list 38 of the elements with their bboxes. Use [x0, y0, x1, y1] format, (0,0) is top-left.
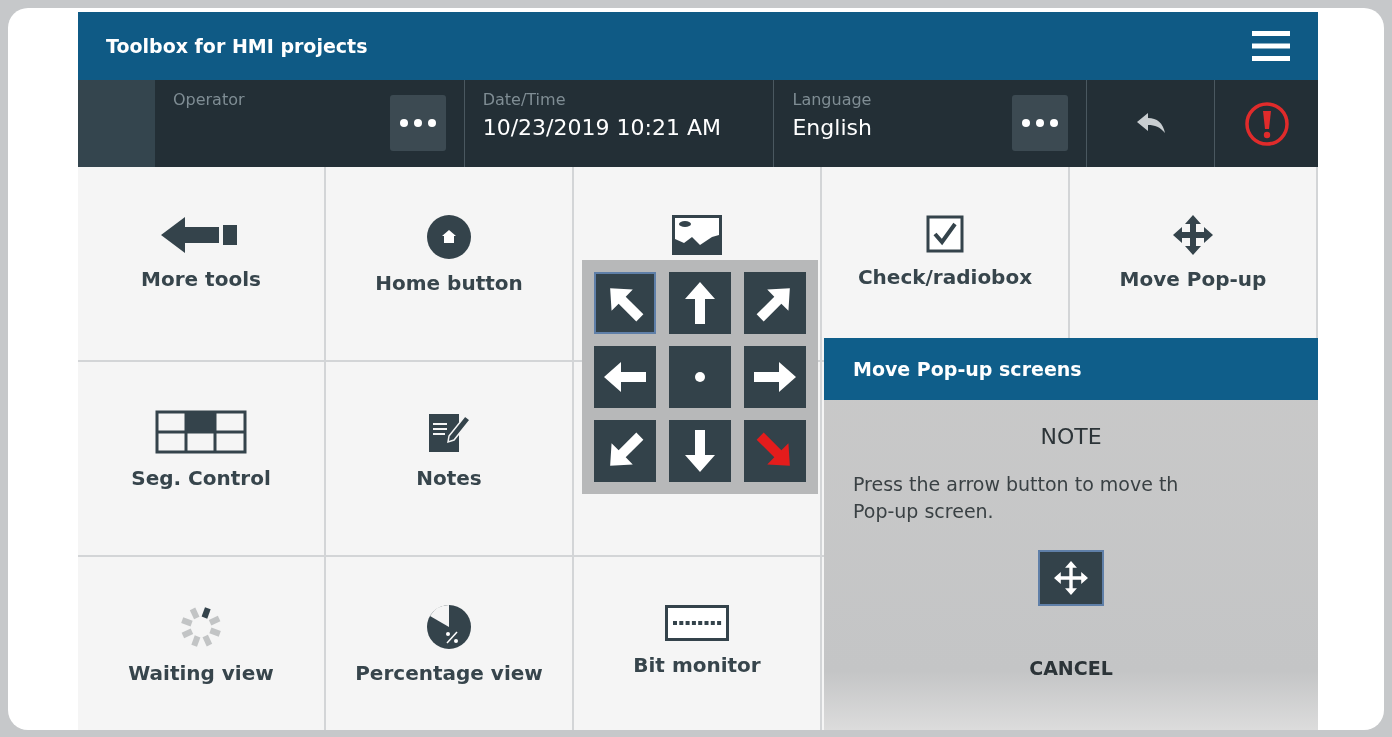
note-message: Press the arrow button to move th Pop-up screen.: [853, 472, 1179, 524]
arrow-button[interactable]: [594, 420, 656, 482]
bit-monitor-icon: [665, 605, 729, 641]
arrow-button[interactable]: [669, 420, 731, 482]
alarm-icon[interactable]: [1243, 100, 1290, 147]
note-heading: NOTE: [1040, 424, 1102, 449]
app-title: Toolbox for HMI projects: [106, 35, 368, 57]
spinner-icon: [179, 605, 223, 649]
cancel-button[interactable]: CANCEL: [1023, 656, 1119, 681]
arrow-button[interactable]: [744, 346, 806, 408]
home-icon: [427, 215, 471, 259]
field-label: Language: [792, 90, 872, 109]
arrow-button[interactable]: [669, 346, 731, 408]
arrow-button[interactable]: [744, 272, 806, 334]
move-icon: [1173, 215, 1213, 255]
move-button[interactable]: [1038, 550, 1104, 607]
checkbox-icon: [926, 215, 964, 253]
segmented-control-icon: [155, 410, 247, 454]
tool-tile[interactable]: Notes: [326, 362, 574, 557]
image-icon: [672, 215, 722, 255]
field-value: 10/23/2019 10:21 AM: [482, 115, 721, 140]
arrow-button[interactable]: [669, 272, 731, 334]
dot-icon: [694, 371, 706, 383]
pie-chart-icon: [427, 605, 471, 649]
tool-tile[interactable]: More tools: [78, 167, 326, 362]
more-button[interactable]: [1012, 95, 1069, 151]
tool-tile[interactable]: Home button: [326, 167, 574, 362]
menu-icon[interactable]: [1252, 29, 1290, 63]
tool-tile[interactable]: Seg. Control: [78, 362, 326, 557]
dots-icon: [1020, 118, 1061, 128]
arrow-button[interactable]: [594, 272, 656, 334]
arrow-button[interactable]: [594, 346, 656, 408]
dots-icon: [397, 118, 438, 128]
field-label: Operator: [172, 90, 245, 109]
more-button[interactable]: [389, 95, 446, 151]
field-value: English: [792, 115, 872, 140]
move-icon: [1054, 561, 1088, 596]
field-label: Date/Time: [482, 90, 567, 109]
